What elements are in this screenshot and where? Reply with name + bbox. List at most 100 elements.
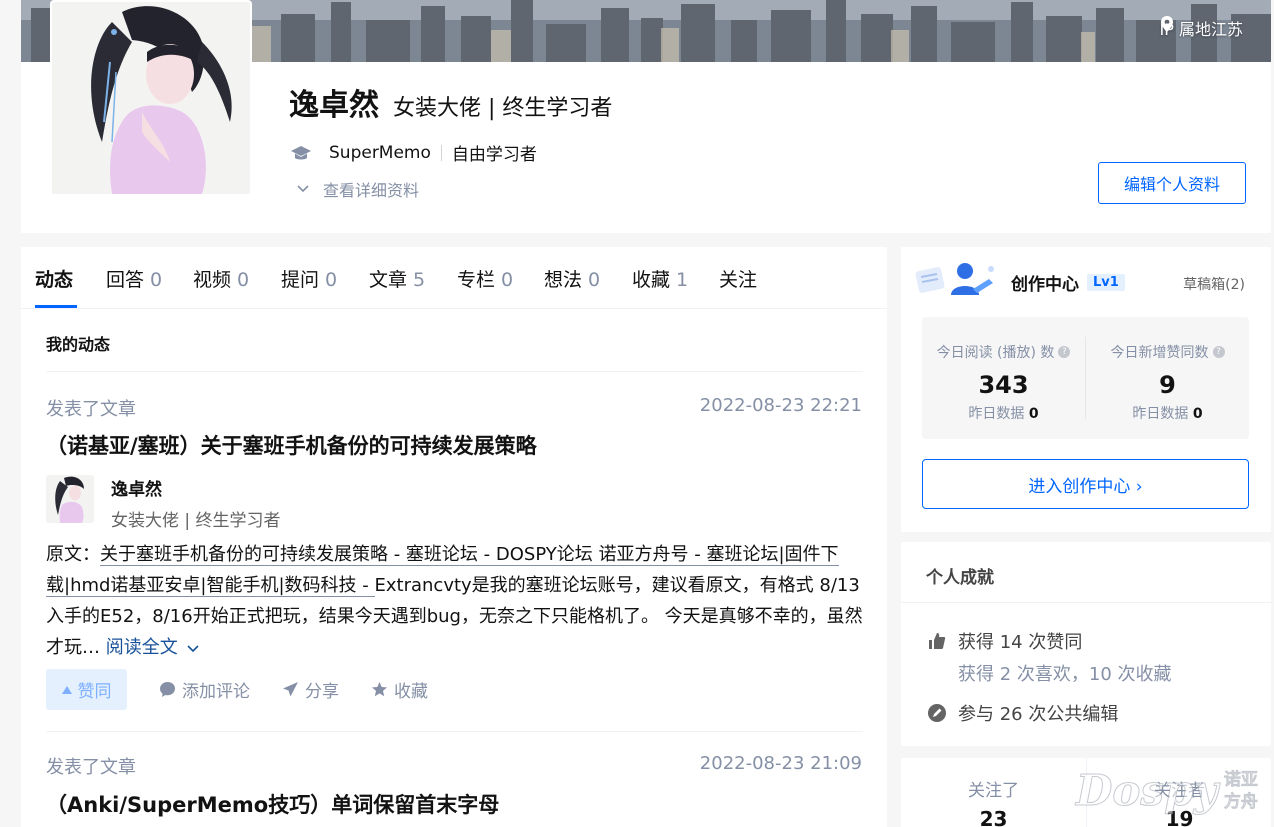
enter-creator-center-button[interactable]: 进入创作中心 › — [922, 459, 1249, 509]
feed-item-time: 2022-08-23 22:21 — [699, 395, 862, 416]
tab-count: 0 — [237, 269, 250, 291]
school-name[interactable]: SuperMemo — [329, 143, 431, 163]
achievement-likes: 获得 14 次赞同 — [928, 628, 1082, 654]
article-excerpt[interactable]: 原文：关于塞班手机备份的可持续发展策略 - 塞班论坛 - DOSPY论坛 诺亚方… — [46, 539, 866, 663]
tab-questions[interactable]: 提问 0 — [281, 265, 337, 292]
tab-articles[interactable]: 文章 5 — [369, 265, 425, 292]
creator-center-card: 创作中心 Lv1 草稿箱(2) 今日阅读 (播放) 数 ? 343 昨日数据 0… — [901, 247, 1271, 532]
upvote-label: 赞同 — [77, 682, 112, 702]
tab-videos[interactable]: 视频 0 — [193, 265, 249, 292]
avatar-illustration — [46, 475, 94, 523]
tab-label: 提问 — [281, 269, 320, 291]
divider — [46, 371, 863, 372]
section-title: 我的动态 — [46, 335, 111, 354]
tab-count: 0 — [588, 269, 601, 291]
stat-label-row: 今日阅读 (播放) 数 ? — [922, 342, 1085, 362]
chevron-down-icon — [187, 645, 200, 653]
author-info: 逸卓然 女装大佬 | 终生学习者 — [46, 475, 281, 531]
author-headline: 女装大佬 | 终生学习者 — [111, 511, 281, 531]
achievements-card: 个人成就 获得 14 次赞同 获得 2 次喜欢，10 次收藏 参与 26 次公共… — [901, 542, 1271, 746]
favorite-button[interactable]: 收藏 — [371, 677, 428, 702]
feed-item-action: 发表了文章 — [46, 757, 136, 778]
tab-count: 0 — [501, 269, 514, 291]
read-more-label: 阅读全文 — [105, 637, 178, 658]
creator-stats: 今日阅读 (播放) 数 ? 343 昨日数据 0 今日新增赞同数 ? 9 昨日数… — [922, 317, 1249, 439]
comment-label: 添加评论 — [182, 682, 250, 702]
share-label: 分享 — [305, 682, 339, 702]
tab-count: 0 — [150, 269, 163, 291]
separator — [440, 144, 442, 161]
tab-thoughts[interactable]: 想法 0 — [544, 265, 600, 292]
edits-text: 参与 26 次公共编辑 — [958, 704, 1119, 725]
feed-item-time: 2022-08-23 21:09 — [699, 753, 862, 774]
comment-button[interactable]: 添加评论 — [159, 677, 250, 702]
edit-pencil-icon — [928, 704, 946, 722]
watermark-side-line1: 诺亚 — [1223, 769, 1259, 790]
creator-illustration-icon — [915, 263, 994, 295]
location-pin-icon — [1160, 16, 1173, 32]
stat-label: 今日阅读 (播放) 数 — [936, 345, 1055, 361]
tab-label: 视频 — [193, 269, 232, 291]
tab-following[interactable]: 关注 — [719, 265, 757, 292]
stat-sub-label: 昨日数据 — [968, 406, 1025, 422]
feed-item-actions: 赞同 添加评论 分享 收藏 — [46, 669, 428, 710]
feed-item-title[interactable]: （诺基亚/塞班）关于塞班手机备份的可持续发展策略 — [46, 430, 537, 460]
watermark-side-line2: 方舟 — [1223, 791, 1259, 812]
achievements-title: 个人成就 — [926, 568, 994, 588]
likes-text: 获得 14 次赞同 — [958, 632, 1083, 653]
triangle-up-icon — [61, 685, 72, 694]
upvote-button[interactable]: 赞同 — [46, 669, 127, 710]
dospy-watermark: Dospy 诺亚 方舟 — [1076, 766, 1259, 816]
divider — [46, 731, 863, 732]
help-icon[interactable]: ? — [1058, 346, 1071, 358]
name-row: 逸卓然 女装大佬 | 终生学习者 — [289, 80, 612, 124]
tab-label: 关注 — [719, 269, 758, 291]
following-label: 关注了 — [968, 781, 1019, 801]
view-details-link[interactable]: 查看详细资料 — [297, 177, 419, 201]
tab-activity[interactable]: 动态 — [35, 265, 73, 292]
feed-item-title[interactable]: （Anki/SuperMemo技巧）单词保留首末字母 — [46, 789, 499, 819]
tab-label: 回答 — [106, 269, 145, 291]
help-icon[interactable]: ? — [1212, 346, 1225, 358]
achievement-edits: 参与 26 次公共编辑 — [928, 700, 1118, 726]
watermark-side: 诺亚 方舟 — [1223, 769, 1259, 813]
stat-sub-label: 昨日数据 — [1132, 406, 1189, 422]
stat-today-reads: 今日阅读 (播放) 数 ? 343 昨日数据 0 — [922, 317, 1085, 439]
author-text: 逸卓然 女装大佬 | 终生学习者 — [111, 475, 281, 531]
major-name[interactable]: 自由学习者 — [452, 140, 537, 165]
creator-header: 创作中心 Lv1 — [913, 259, 1125, 305]
star-icon — [372, 682, 387, 697]
drafts-link[interactable]: 草稿箱(2) — [1183, 274, 1245, 294]
user-name: 逸卓然 — [289, 88, 379, 123]
author-avatar[interactable] — [46, 475, 94, 523]
view-details-label: 查看详细资料 — [323, 181, 420, 200]
share-button[interactable]: 分享 — [282, 677, 339, 702]
edit-profile-button[interactable]: 编辑个人资料 — [1098, 162, 1246, 204]
chevron-down-icon — [297, 185, 309, 193]
creator-center-title: 创作中心 — [1011, 274, 1079, 295]
comment-icon — [160, 682, 175, 697]
avatar-illustration — [52, 2, 250, 194]
tab-count: 1 — [676, 269, 689, 291]
stat-today-upvotes: 今日新增赞同数 ? 9 昨日数据 0 — [1086, 317, 1249, 439]
user-headline: 女装大佬 | 终生学习者 — [393, 96, 613, 121]
author-name[interactable]: 逸卓然 — [111, 475, 281, 500]
likes-subtext: 获得 2 次喜欢，10 次收藏 — [958, 664, 1172, 685]
profile-tabs: 动态 回答 0 视频 0 提问 0 文章 5 专栏 0 想法 0 收藏 1 关注 — [21, 247, 887, 309]
share-icon — [283, 682, 298, 697]
following-stat[interactable]: 关注了 23 — [901, 776, 1086, 827]
tab-collections[interactable]: 收藏 1 — [632, 265, 688, 292]
excerpt-prefix: 原文： — [46, 544, 100, 565]
graduation-cap-icon — [291, 145, 311, 159]
stat-value: 9 — [1159, 371, 1176, 399]
stat-value: 343 — [978, 371, 1029, 399]
following-count: 23 — [979, 807, 1008, 827]
stat-yesterday: 昨日数据 0 — [922, 403, 1085, 423]
profile-avatar[interactable] — [50, 0, 252, 196]
tab-label: 动态 — [35, 269, 74, 291]
stat-sub-value: 0 — [1028, 406, 1039, 422]
tab-columns[interactable]: 专栏 0 — [457, 265, 513, 292]
read-more-link[interactable]: 阅读全文 — [106, 637, 200, 658]
tab-answers[interactable]: 回答 0 — [106, 265, 162, 292]
ip-location-badge: IP 属地江苏 — [1160, 16, 1243, 40]
